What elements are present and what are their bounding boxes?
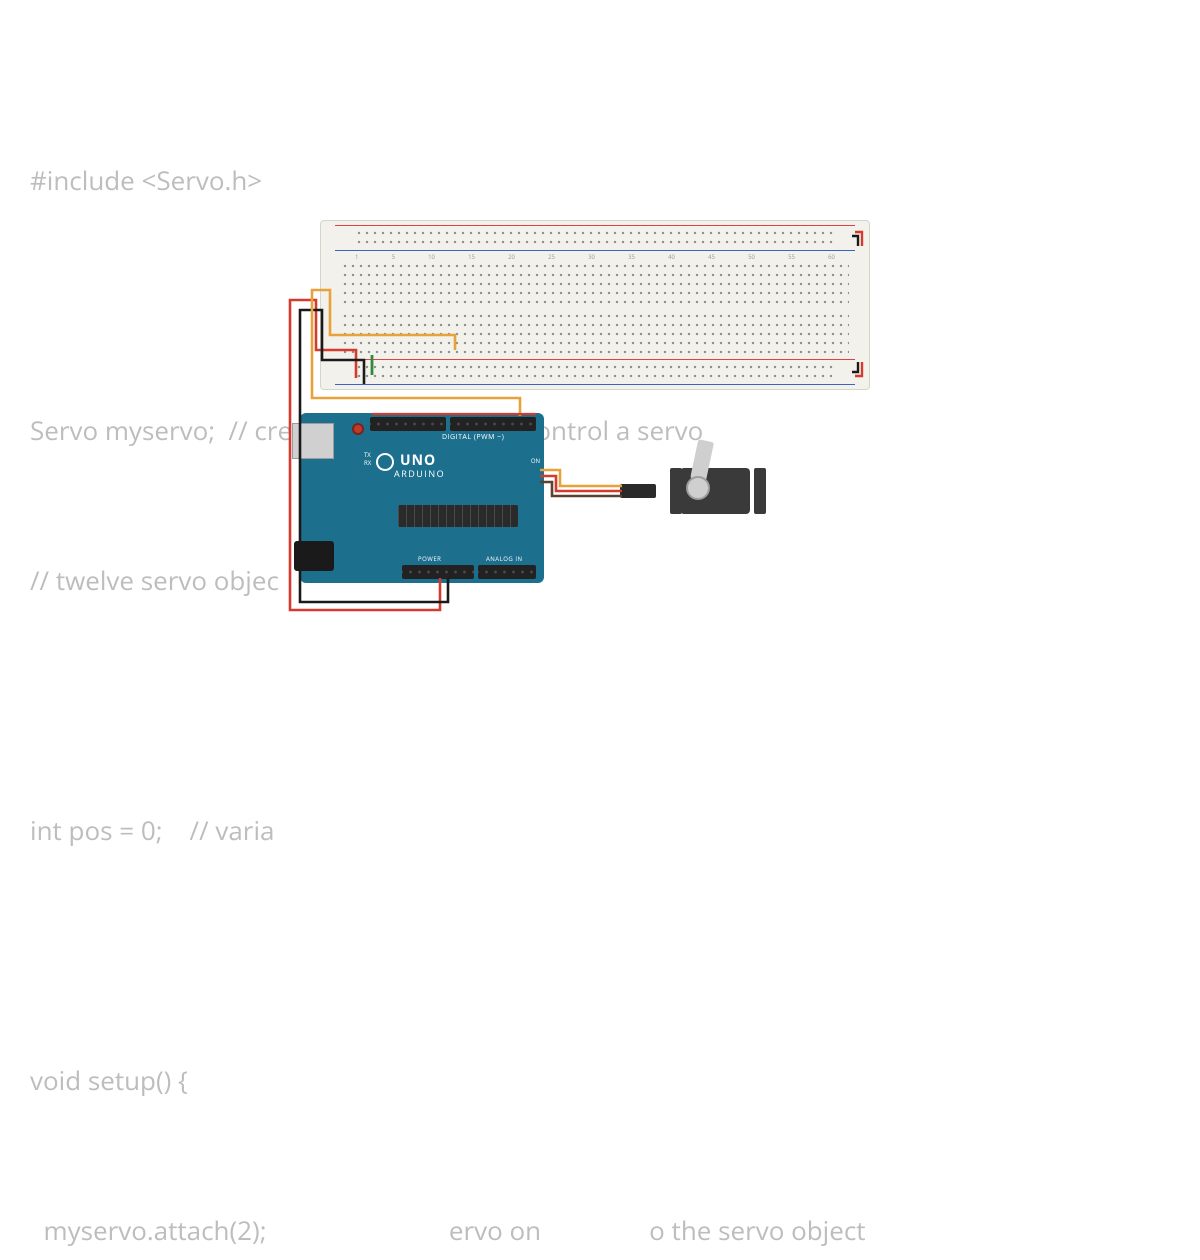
code-line: int pos = 0; // varia [30, 805, 1170, 855]
code-line: // twelve servo objec [30, 555, 1170, 605]
code-line: Servo myservo; // create servo object to… [30, 405, 1170, 455]
code-snippet: #include <Servo.h> Servo myservo; // cre… [30, 55, 1170, 1260]
code-line: myservo.attach(2); ervo on o the servo o… [30, 1205, 1170, 1255]
code-line: #include <Servo.h> [30, 155, 1170, 205]
code-line: void setup() { [30, 1055, 1170, 1105]
